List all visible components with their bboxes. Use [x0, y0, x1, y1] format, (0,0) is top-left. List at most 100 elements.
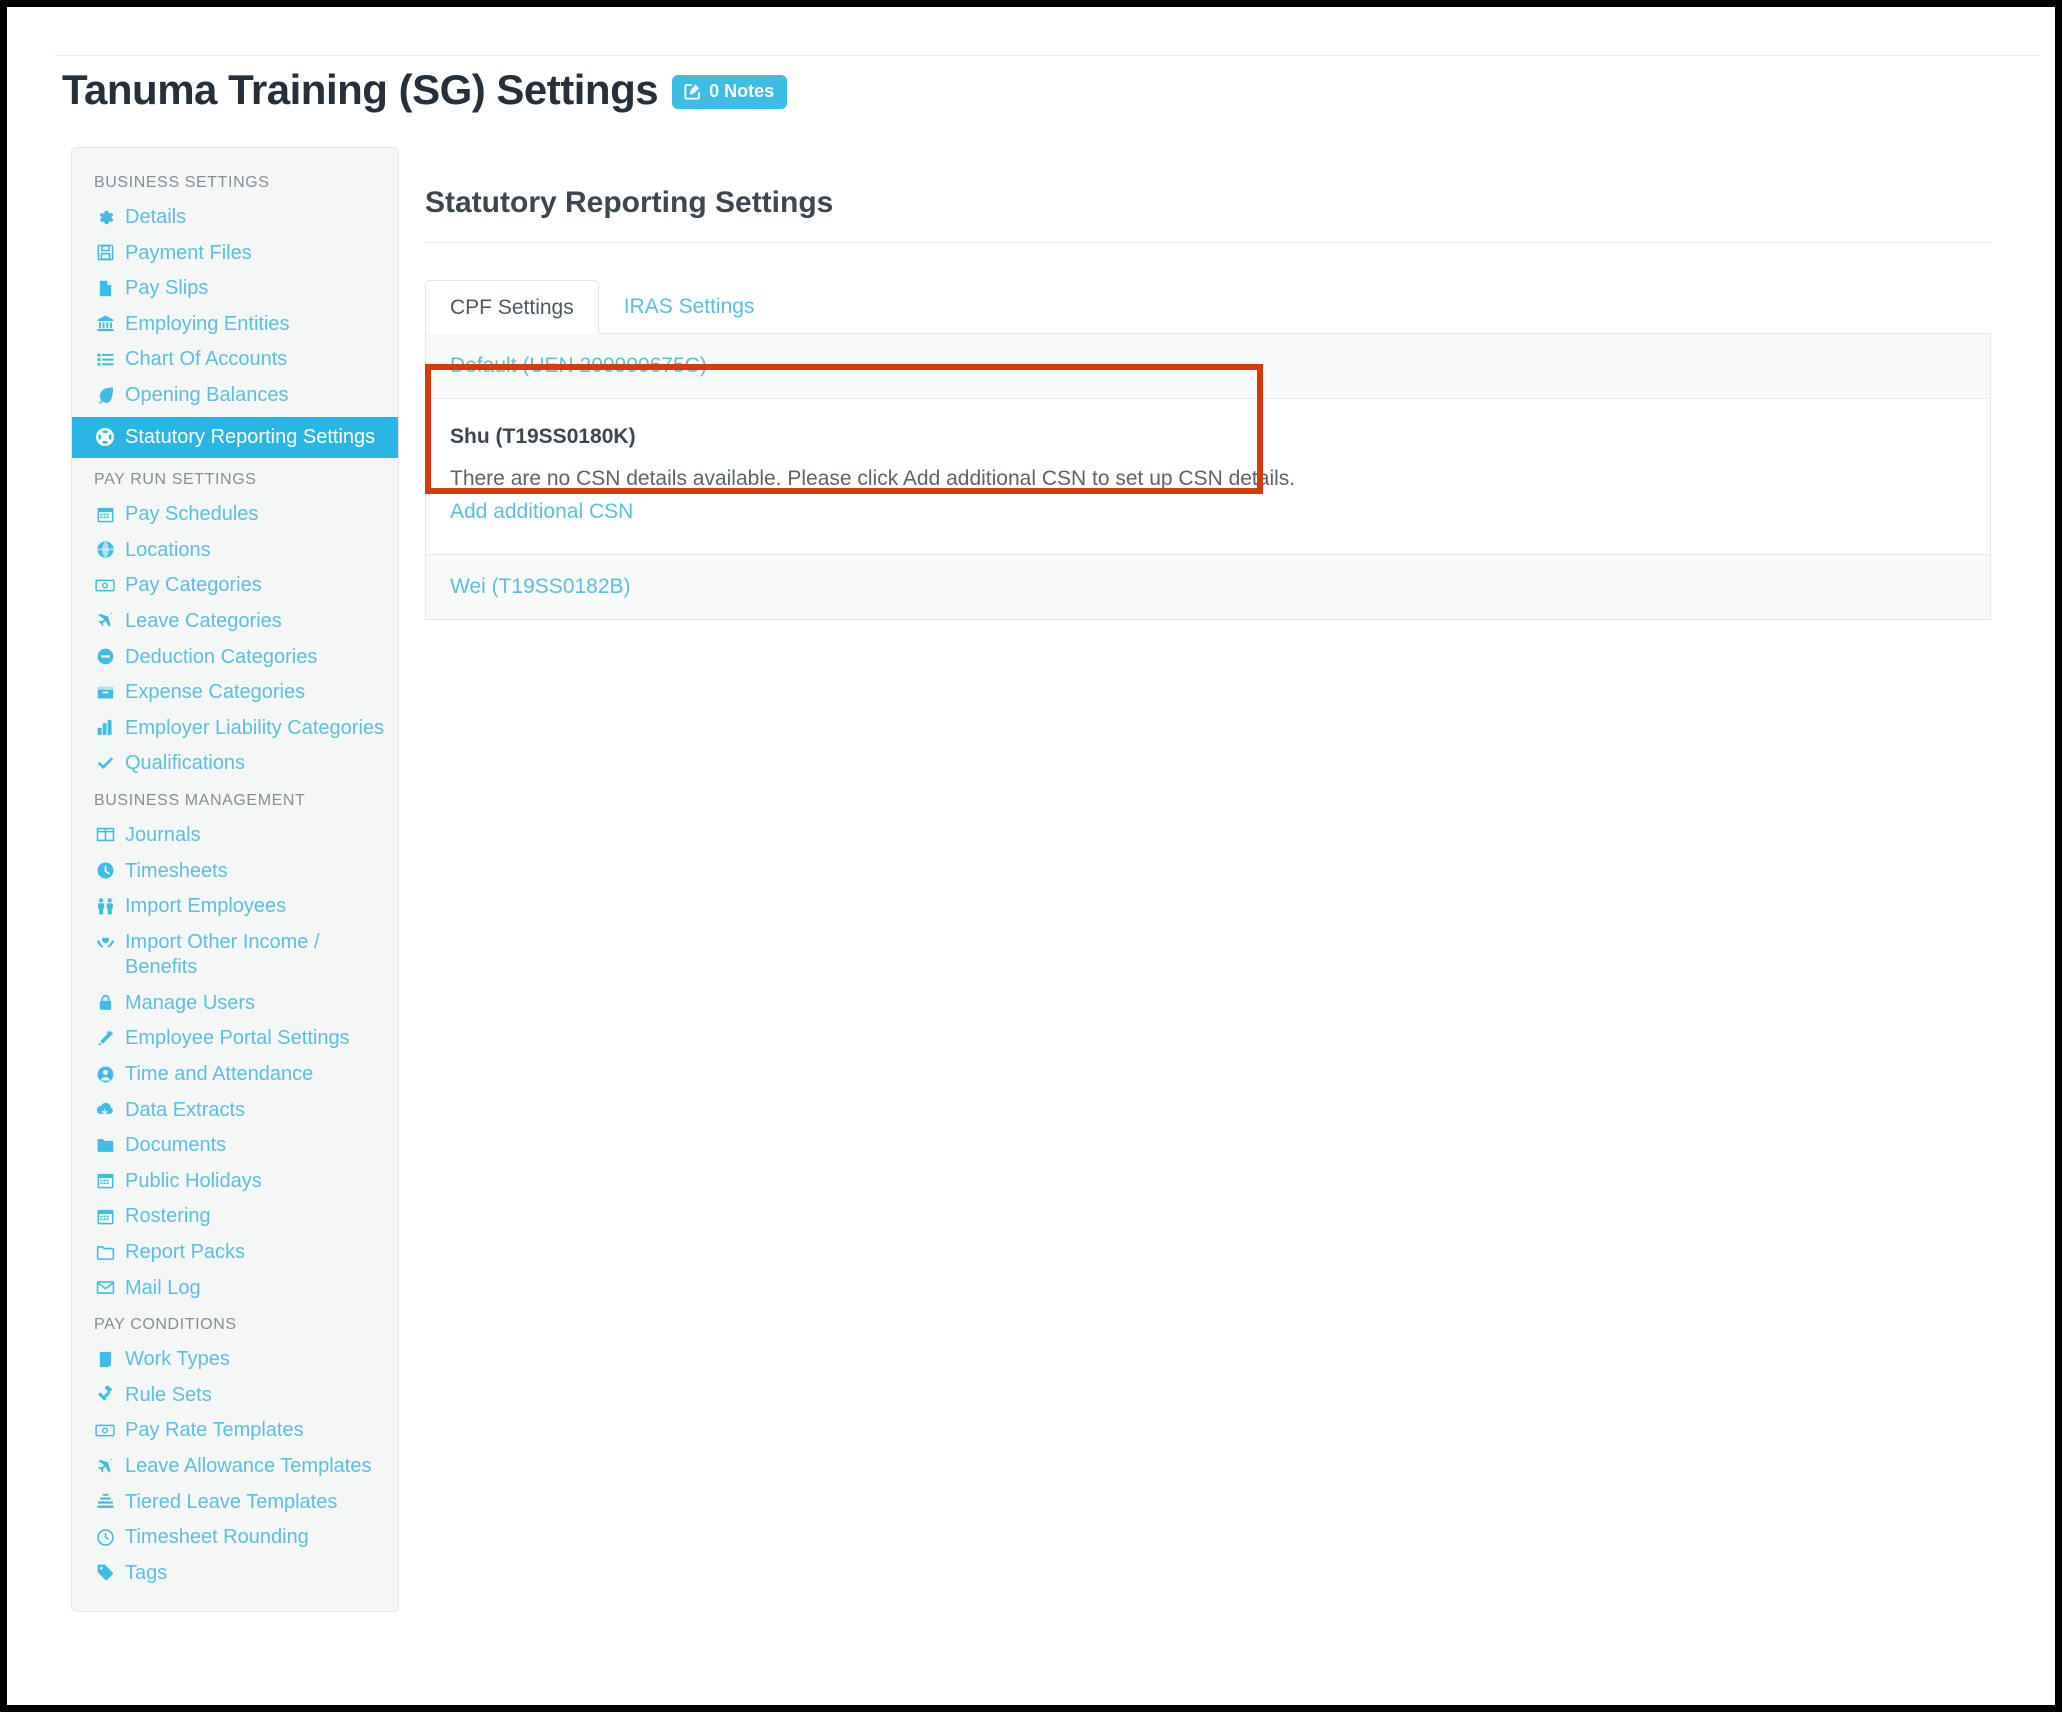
sidebar-item-documents[interactable]: Documents — [72, 1128, 398, 1164]
sidebar-item-label: Tiered Leave Templates — [125, 1490, 338, 1513]
layers-icon — [94, 1490, 116, 1514]
sidebar-item-journals[interactable]: Journals — [72, 818, 398, 854]
accordion-row-default[interactable]: Default (UEN 200900675C) — [426, 334, 1990, 400]
sidebar-item-import-other-income-benefits[interactable]: Import Other Income / Benefits — [72, 925, 398, 986]
sidebar-group-label-business-settings: BUSINESS SETTINGS — [94, 174, 270, 191]
sidebar-item-pay-slips[interactable]: Pay Slips — [72, 271, 398, 307]
calendar-icon — [94, 502, 116, 526]
calendar-icon — [94, 1204, 116, 1228]
sidebar-item-label: Chart Of Accounts — [125, 348, 288, 371]
check-icon — [94, 751, 116, 775]
sidebar-item-label: Mail Log — [125, 1276, 201, 1299]
sidebar-item-timesheets[interactable]: Timesheets — [72, 854, 398, 890]
sidebar-item-expense-categories[interactable]: Expense Categories — [72, 675, 398, 711]
bank-icon — [94, 312, 116, 336]
sidebar-item-label: Details — [125, 206, 187, 228]
sidebar-item-label: Employer Liability Categories — [125, 716, 385, 739]
sidebar-item-locations[interactable]: Locations — [72, 533, 398, 569]
sidebar-item-label: Payment Files — [125, 241, 252, 264]
tab-cpf-settings[interactable]: CPF Settings — [425, 279, 599, 335]
accordion-row-wei[interactable]: Wei (T19SS0182B) — [426, 555, 1990, 620]
sidebar-item-label: Data Extracts — [125, 1098, 246, 1121]
sidebar-item-opening-balances[interactable]: Opening Balances — [72, 378, 398, 414]
calendar-icon — [94, 1169, 116, 1193]
money-icon — [94, 1418, 116, 1442]
sidebar-item-label: Pay Rate Templates — [125, 1419, 304, 1442]
sidebar-item-pay-rate-templates[interactable]: Pay Rate Templates — [72, 1413, 398, 1449]
people-icon — [94, 894, 116, 918]
sidebar-item-timesheet-rounding[interactable]: Timesheet Rounding — [72, 1520, 398, 1556]
sidebar-item-label: Leave Allowance Templates — [125, 1455, 372, 1477]
cloud-download-icon — [94, 1098, 116, 1122]
sidebar-item-details[interactable]: Details — [72, 200, 398, 236]
sidebar-item-data-extracts[interactable]: Data Extracts — [72, 1093, 398, 1129]
tab-iras-settings[interactable]: IRAS Settings — [599, 279, 780, 333]
sidebar-item-tags[interactable]: Tags — [72, 1556, 398, 1592]
box-icon — [94, 680, 116, 704]
sidebar-item-report-packs[interactable]: Report Packs — [72, 1235, 398, 1271]
hands-heart-icon — [94, 930, 116, 954]
sidebar-group-label-pay-run-settings: PAY RUN SETTINGS — [94, 471, 257, 489]
leaf-icon — [94, 383, 116, 407]
sidebar-item-pay-categories[interactable]: Pay Categories — [72, 568, 398, 604]
page-header: Tanuma Training (SG) Settings 0 Notes — [62, 69, 788, 111]
sidebar-item-pay-schedules[interactable]: Pay Schedules — [72, 497, 398, 533]
sidebar-item-label: Import Employees — [125, 895, 287, 918]
sidebar-item-label: Pay Schedules — [125, 503, 259, 526]
sidebar-item-rule-sets[interactable]: Rule Sets — [72, 1378, 398, 1414]
envelope-icon — [94, 1276, 116, 1300]
sidebar-item-label: Pay Categories — [125, 574, 262, 597]
edit-square-icon — [683, 82, 702, 101]
sidebar-item-public-holidays[interactable]: Public Holidays — [72, 1164, 398, 1200]
sidebar-group-label-pay-conditions: PAY CONDITIONS — [94, 1316, 237, 1334]
sidebar-item-label: Qualifications — [125, 752, 246, 775]
sidebar-item-leave-allowance-templates[interactable]: Leave Allowance Templates — [72, 1449, 398, 1485]
sidebar-item-rostering[interactable]: Rostering — [72, 1199, 398, 1235]
sidebar-item-leave-categories[interactable]: Leave Categories — [72, 604, 398, 640]
sidebar-item-label: Public Holidays — [125, 1169, 262, 1192]
clock-icon — [94, 1525, 116, 1549]
sidebar-group-label-business-management: BUSINESS MANAGEMENT — [94, 791, 306, 809]
sidebar-item-label: Timesheet Rounding — [125, 1526, 309, 1549]
header-divider — [55, 55, 2039, 56]
no-csn-message: There are no CSN details available. Plea… — [450, 467, 1296, 491]
money-icon — [94, 573, 116, 597]
sidebar-item-import-employees[interactable]: Import Employees — [72, 889, 398, 925]
clock-icon — [94, 859, 116, 883]
sidebar-item-payment-files[interactable]: Payment Files — [72, 236, 398, 272]
sidebar-item-mail-log[interactable]: Mail Log — [72, 1271, 398, 1307]
add-additional-csn-link[interactable]: Add additional CSN — [450, 500, 633, 524]
bar-chart-icon — [94, 716, 116, 740]
sidebar-item-label: Report Packs — [125, 1241, 246, 1264]
sidebar-item-employee-portal-settings[interactable]: Employee Portal Settings — [72, 1021, 398, 1057]
magic-wand-icon — [94, 1026, 116, 1050]
sidebar-item-label: Time and Attendance — [125, 1063, 314, 1086]
sidebar-item-label: Rostering — [125, 1205, 211, 1228]
sidebar-item-employer-liability-categories[interactable]: Employer Liability Categories — [72, 711, 398, 747]
sidebar-item-employing-entities[interactable]: Employing Entities — [72, 307, 398, 343]
sidebar-item-label: Expense Categories — [125, 681, 306, 704]
sidebar-item-tiered-leave-templates[interactable]: Tiered Leave Templates — [72, 1485, 398, 1521]
columns-icon — [94, 823, 116, 847]
main-section-title: Statutory Reporting Settings — [425, 172, 1991, 243]
sidebar-item-manage-users[interactable]: Manage Users — [72, 986, 398, 1022]
notes-badge-label: 0 Notes — [709, 81, 775, 101]
settings-sidebar: BUSINESS SETTINGS Details Payment Files … — [71, 147, 399, 1613]
cpf-accordion: Default (UEN 200900675C) Shu (T19SS0180K… — [425, 333, 1991, 621]
user-circle-icon — [94, 1062, 116, 1086]
sidebar-item-deduction-categories[interactable]: Deduction Categories — [72, 640, 398, 676]
sidebar-item-label: Timesheets — [125, 859, 228, 882]
sidebar-item-label: Employing Entities — [125, 312, 290, 335]
sidebar-item-time-and-attendance[interactable]: Time and Attendance — [72, 1057, 398, 1093]
sidebar-item-label: Work Types — [125, 1348, 230, 1371]
sidebar-item-label: Locations — [125, 538, 211, 561]
sidebar-item-statutory-reporting-settings[interactable]: Statutory Reporting Settings — [72, 416, 398, 459]
accordion-panel-title[interactable]: Shu (T19SS0180K) — [450, 425, 1966, 449]
notes-badge[interactable]: 0 Notes — [672, 75, 788, 109]
lifebuoy-icon — [94, 425, 116, 449]
sidebar-item-work-types[interactable]: Work Types — [72, 1342, 398, 1378]
sidebar-item-chart-of-accounts[interactable]: Chart Of Accounts — [72, 342, 398, 378]
main-content: Statutory Reporting Settings CPF Setting… — [425, 147, 1991, 621]
tag-icon — [94, 1561, 116, 1585]
sidebar-item-qualifications[interactable]: Qualifications — [72, 746, 398, 782]
